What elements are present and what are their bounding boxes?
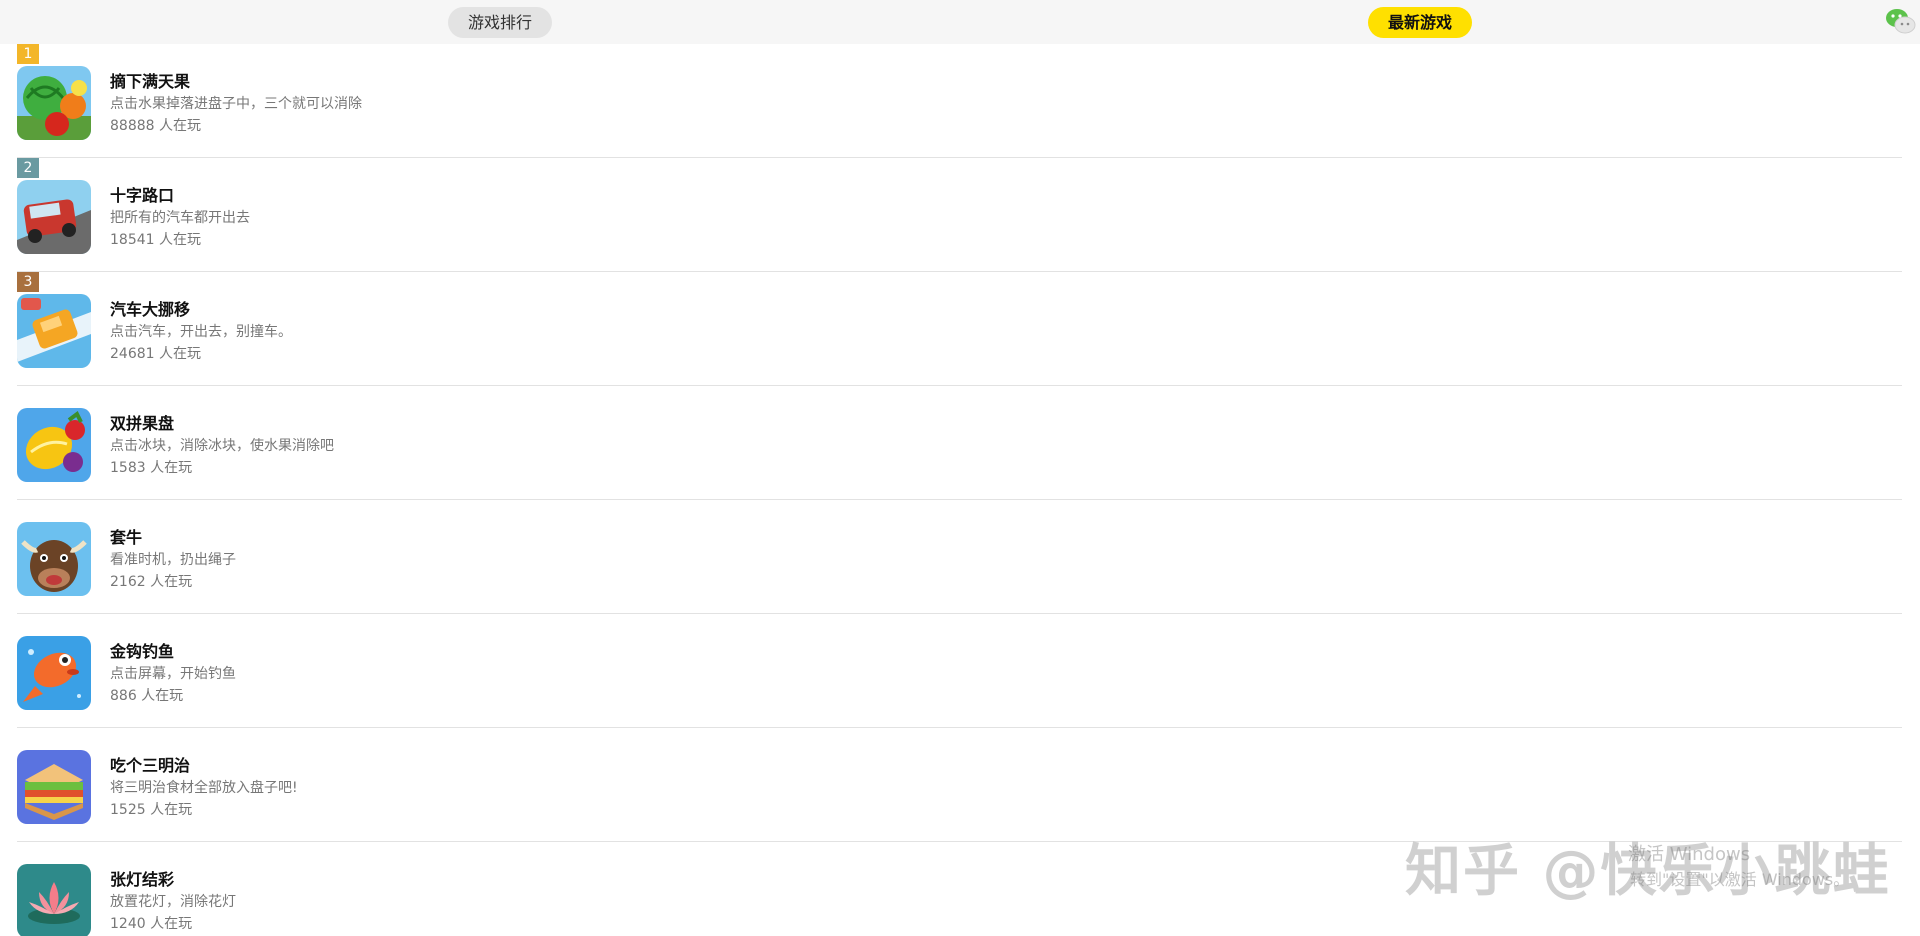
car-move-icon[interactable] [17,294,91,368]
rank-badge: 1 [17,44,39,64]
rank-badge: 2 [17,158,39,178]
bull-icon[interactable] [17,522,91,596]
rank-badge: 3 [17,272,39,292]
zhihu-watermark: 知乎 @快乐小跳蛙 [1405,839,1891,904]
game-description: 点击冰块，消除冰块，使水果消除吧 [110,438,334,454]
fruit-icon[interactable] [17,66,91,140]
game-list-item[interactable]: 金钩钓鱼 点击屏幕，开始钓鱼 886 人在玩 [17,614,1902,728]
game-list-item[interactable]: 3 汽车大挪移 点击汽车，开出去，别撞车。 24681 人在玩 [17,272,1902,386]
game-title[interactable]: 吃个三明治 [110,752,190,776]
player-count: 886 人在玩 [110,688,184,704]
fish-icon[interactable] [17,636,91,710]
game-title[interactable]: 摘下满天果 [110,68,190,92]
player-count: 1525 人在玩 [110,802,193,818]
tab-new-games[interactable]: 最新游戏 [1368,7,1472,38]
player-count: 88888 人在玩 [110,118,201,134]
game-list-item[interactable]: 吃个三明治 将三明治食材全部放入盘子吧! 1525 人在玩 [17,728,1902,842]
game-title[interactable]: 套牛 [110,524,142,548]
game-title[interactable]: 金钩钓鱼 [110,638,174,662]
game-description: 点击水果掉落进盘子中，三个就可以消除 [110,96,362,112]
player-count: 24681 人在玩 [110,346,201,362]
game-description: 点击汽车，开出去，别撞车。 [110,324,292,340]
game-list: 1 摘下满天果 点击水果掉落进盘子中，三个就可以消除 88888 人在玩 2 十… [0,44,1920,936]
game-description: 点击屏幕，开始钓鱼 [110,666,236,682]
game-title[interactable]: 汽车大挪移 [110,296,190,320]
player-count: 2162 人在玩 [110,574,193,590]
sandwich-icon[interactable] [17,750,91,824]
page: 游戏排行 最新游戏 1 摘下满天果 点击水果掉落进盘子中，三个就可以消除 888… [0,0,1920,936]
crossroad-car-icon[interactable] [17,180,91,254]
game-list-item[interactable]: 套牛 看准时机，扔出绳子 2162 人在玩 [17,500,1902,614]
lotus-lantern-icon[interactable] [17,864,91,936]
game-description: 放置花灯，消除花灯 [110,894,236,910]
player-count: 1240 人在玩 [110,916,193,932]
game-list-item[interactable]: 双拼果盘 点击冰块，消除冰块，使水果消除吧 1583 人在玩 [17,386,1902,500]
fruit-plate-icon[interactable] [17,408,91,482]
game-list-item[interactable]: 2 十字路口 把所有的汽车都开出去 18541 人在玩 [17,158,1902,272]
game-list-item[interactable]: 1 摘下满天果 点击水果掉落进盘子中，三个就可以消除 88888 人在玩 [17,44,1902,158]
game-title[interactable]: 十字路口 [110,182,174,206]
game-description: 把所有的汽车都开出去 [110,210,250,226]
game-title[interactable]: 张灯结彩 [110,866,174,890]
game-title[interactable]: 双拼果盘 [110,410,174,434]
wechat-icon[interactable] [1884,6,1916,36]
player-count: 18541 人在玩 [110,232,201,248]
player-count: 1583 人在玩 [110,460,193,476]
top-navigation-bar: 游戏排行 最新游戏 [0,0,1920,44]
game-description: 将三明治食材全部放入盘子吧! [110,780,298,796]
game-description: 看准时机，扔出绳子 [110,552,236,568]
tab-game-ranking[interactable]: 游戏排行 [448,7,552,38]
